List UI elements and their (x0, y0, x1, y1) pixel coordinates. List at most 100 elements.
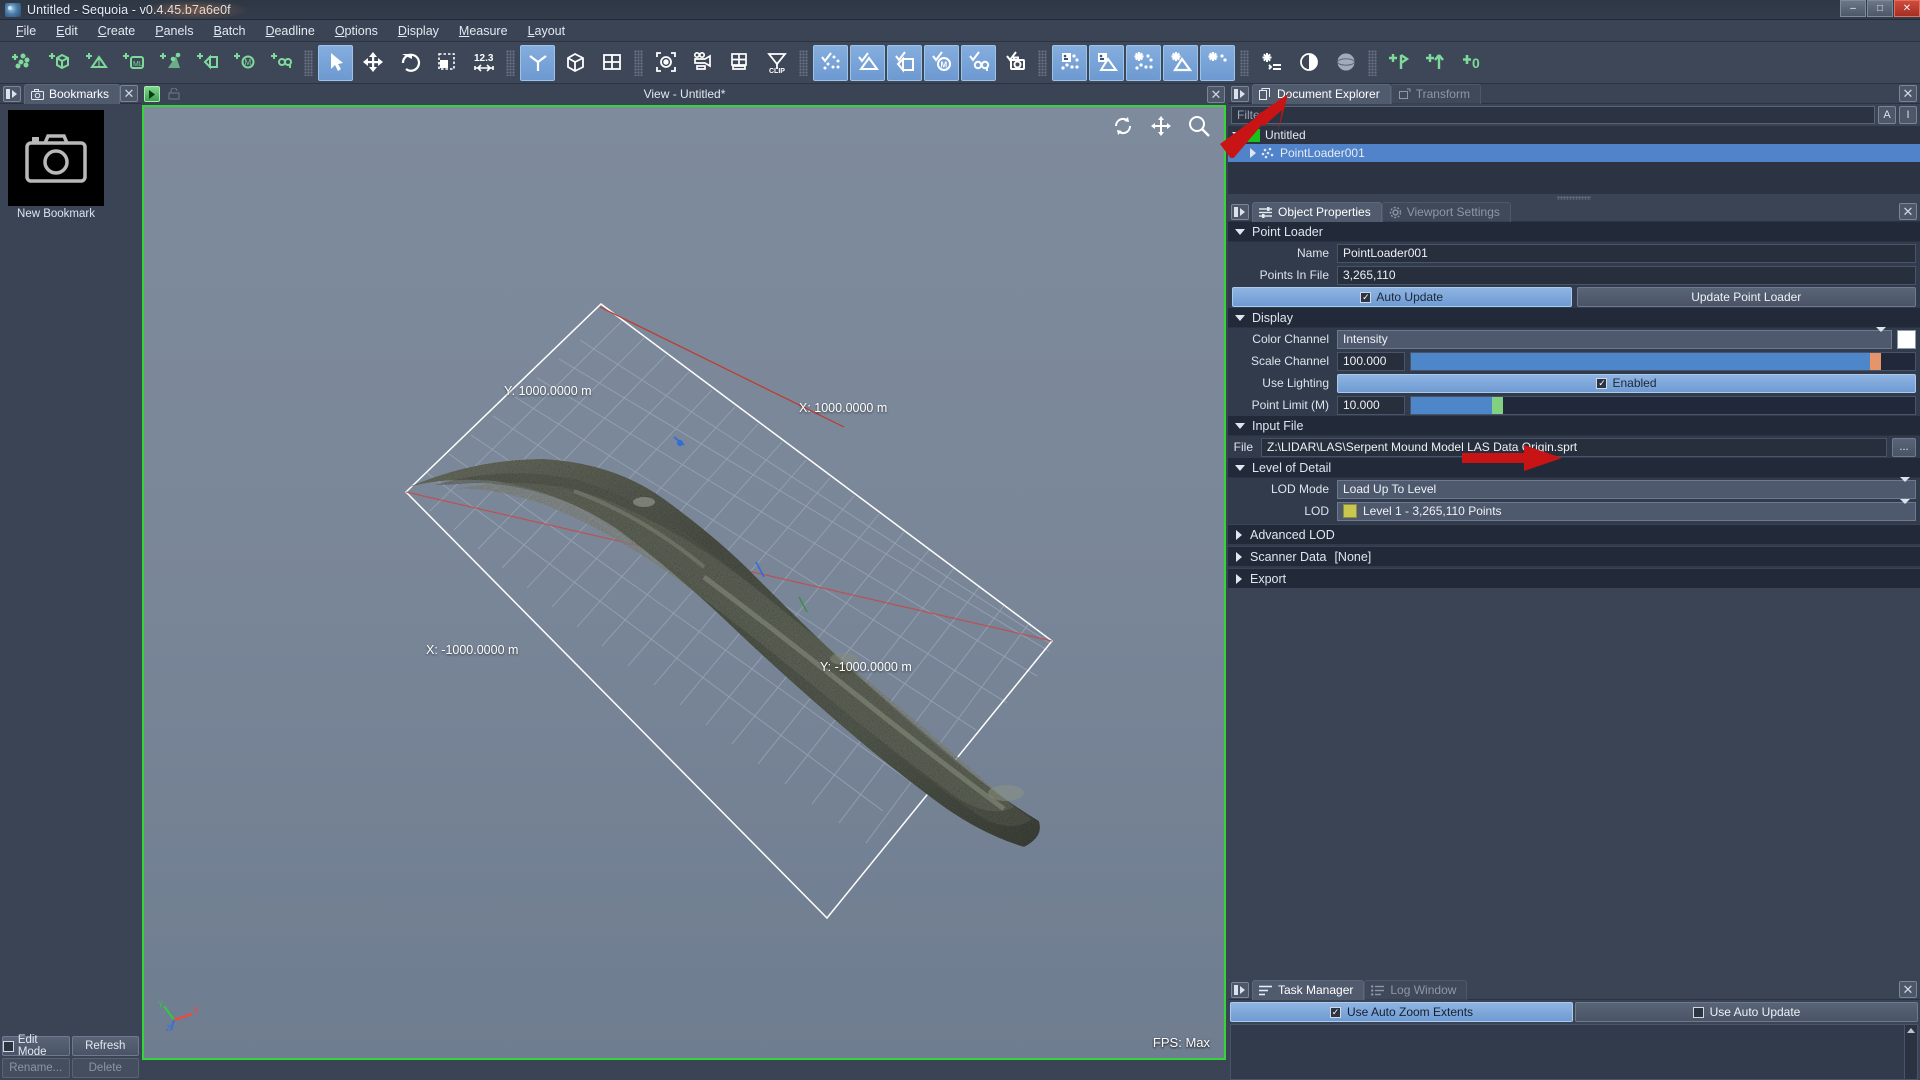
slider-handle[interactable] (1491, 396, 1503, 414)
pin-icon[interactable] (1231, 981, 1249, 998)
section-level-of-detail[interactable]: Level of Detail (1228, 458, 1920, 478)
pin-icon[interactable] (3, 85, 21, 102)
refresh-button[interactable]: Refresh (71, 1036, 139, 1056)
display-star-points-button[interactable] (1200, 44, 1235, 81)
zoom-extents-button[interactable] (648, 45, 683, 81)
star-list-button[interactable] (1254, 45, 1289, 81)
point-limit-slider[interactable] (1410, 395, 1916, 415)
add-camera-path-button[interactable] (264, 45, 299, 81)
bounding-box-button[interactable] (557, 45, 592, 81)
add-box-button[interactable] (42, 45, 77, 81)
zero-button[interactable]: 0 (1456, 45, 1491, 81)
display-lighting-mesh-button[interactable] (1163, 44, 1198, 81)
toolbar-grip[interactable] (1038, 49, 1047, 76)
auto-update-checkbox[interactable]: ✓ (1360, 291, 1372, 303)
panel-splitter[interactable] (1228, 194, 1920, 202)
display-points-button[interactable] (1052, 44, 1087, 81)
show-mesh-button[interactable] (850, 44, 885, 81)
use-auto-update-checkbox[interactable] (1692, 1006, 1704, 1018)
scene-tree[interactable]: Untitled PointLoader001 (1228, 126, 1920, 194)
rotate-button[interactable] (392, 45, 427, 81)
scale-button[interactable] (429, 45, 464, 81)
section-point-loader[interactable]: Point Loader (1228, 222, 1920, 242)
display-mesh-button[interactable] (1089, 44, 1124, 81)
task-manager-list[interactable] (1230, 1024, 1918, 1080)
menu-deadline[interactable]: Deadline (255, 22, 324, 40)
menu-batch[interactable]: Batch (203, 22, 255, 40)
use-lighting-checkbox[interactable]: ✓ (1596, 377, 1608, 389)
contrast-button[interactable] (1291, 45, 1326, 81)
filter-mode-i-button[interactable]: I (1899, 106, 1917, 124)
file-path-input[interactable]: Z:\LIDAR\LAS\Serpent Mound Model LAS Dat… (1261, 437, 1887, 457)
tab-transform[interactable]: Transform (1390, 83, 1481, 104)
close-button[interactable]: ✕ (1894, 0, 1920, 17)
section-export[interactable]: Export (1228, 568, 1920, 588)
pin-icon[interactable] (1231, 85, 1249, 102)
edit-mode-button[interactable]: Edit Mode (2, 1034, 70, 1058)
menu-panels[interactable]: Panels (145, 22, 203, 40)
update-point-loader-button[interactable]: Update Point Loader (1576, 287, 1916, 307)
close-task-manager-icon[interactable]: ✕ (1899, 981, 1917, 998)
zoom-icon[interactable] (1188, 115, 1210, 137)
name-input[interactable]: PointLoader001 (1337, 243, 1916, 263)
add-ml-button[interactable]: ML (116, 45, 151, 81)
camera-button[interactable] (685, 45, 720, 81)
edit-mode-checkbox[interactable] (3, 1040, 14, 1052)
menu-display[interactable]: Display (388, 22, 449, 40)
add-particles-button[interactable] (153, 45, 188, 81)
sphere-button[interactable] (1328, 45, 1363, 81)
menu-options[interactable]: Options (325, 22, 388, 40)
menu-file[interactable]: File (6, 22, 46, 40)
toolbar-grip[interactable] (304, 49, 313, 76)
scale-channel-slider[interactable] (1410, 351, 1916, 371)
select-arrow-button[interactable] (318, 44, 353, 81)
add-arrow-button[interactable] (1419, 45, 1454, 81)
chevron-right-icon[interactable] (1250, 148, 1256, 158)
section-display[interactable]: Display (1228, 308, 1920, 328)
use-auto-zoom-extents-checkbox[interactable]: ✓ (1329, 1006, 1341, 1018)
grid-display-button[interactable] (722, 45, 757, 81)
close-document-explorer-icon[interactable]: ✕ (1899, 85, 1917, 102)
minimize-button[interactable]: – (1840, 0, 1866, 17)
lod-dropdown[interactable]: Level 1 - 3,265,110 Points (1337, 498, 1916, 521)
move-button[interactable] (355, 45, 390, 81)
toolbar-grip[interactable] (506, 49, 515, 76)
toolbar-grip[interactable] (634, 49, 643, 76)
close-bookmarks-icon[interactable]: ✕ (120, 85, 138, 102)
menu-create[interactable]: Create (88, 22, 146, 40)
toolbar-grip[interactable] (1368, 49, 1377, 76)
display-lighting-points-button[interactable] (1126, 44, 1161, 81)
tab-document-explorer[interactable]: Document Explorer (1252, 83, 1391, 104)
section-scanner-data[interactable]: Scanner Data [None] (1228, 546, 1920, 566)
task-manager-scrollbar[interactable] (1904, 1025, 1917, 1079)
show-camera-path-button[interactable] (961, 44, 996, 81)
filter-input[interactable]: Filter... (1231, 106, 1875, 124)
color-channel-dropdown[interactable]: Intensity (1337, 326, 1892, 349)
section-advanced-lod[interactable]: Advanced LOD (1228, 524, 1920, 544)
show-camera-button[interactable] (998, 45, 1033, 81)
pin-icon[interactable] (1231, 203, 1249, 220)
close-object-properties-icon[interactable]: ✕ (1899, 203, 1917, 220)
add-mesh-button[interactable] (79, 45, 114, 81)
chevron-down-icon[interactable] (1232, 132, 1242, 138)
tab-bookmarks[interactable]: Bookmarks (23, 83, 121, 104)
show-points-button[interactable] (813, 44, 848, 81)
tree-item-pointloader001[interactable]: PointLoader001 (1228, 144, 1920, 162)
menu-layout[interactable]: Layout (518, 22, 576, 40)
section-input-file[interactable]: Input File (1228, 416, 1920, 436)
tab-task-manager[interactable]: Task Manager (1252, 979, 1365, 1000)
show-plane-button[interactable] (887, 44, 922, 81)
tab-log-window[interactable]: Log Window (1364, 979, 1468, 1000)
tab-object-properties[interactable]: Object Properties (1252, 201, 1382, 222)
add-point-cloud-button[interactable] (5, 45, 40, 81)
color-swatch[interactable] (1897, 329, 1916, 349)
orbit-icon[interactable] (1112, 115, 1134, 137)
clip-button[interactable]: CLIP (759, 45, 794, 81)
add-modifier-button[interactable]: M (227, 45, 262, 81)
tab-viewport-settings[interactable]: Viewport Settings (1381, 201, 1511, 222)
pan-icon[interactable] (1150, 115, 1172, 137)
add-plane-button[interactable] (190, 45, 225, 81)
menu-measure[interactable]: Measure (449, 22, 518, 40)
menu-edit[interactable]: Edit (46, 22, 88, 40)
add-green-button[interactable] (1382, 45, 1417, 81)
